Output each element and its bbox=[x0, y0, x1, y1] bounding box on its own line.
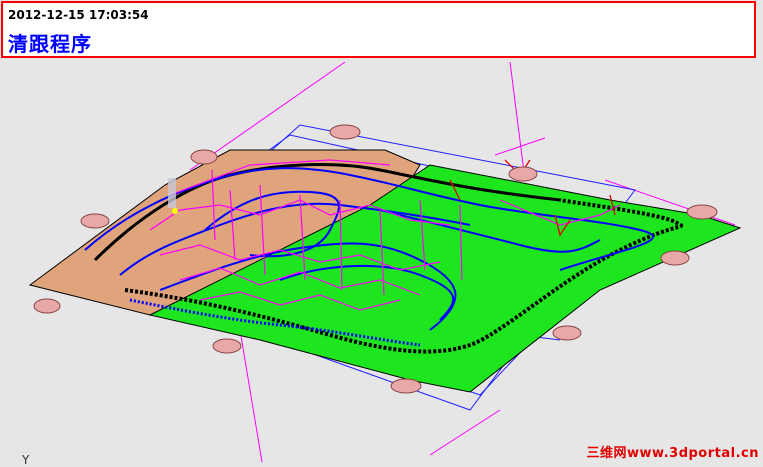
clamp-pad bbox=[190, 149, 218, 165]
timestamp-label: 2012-12-15 17:03:54 bbox=[8, 8, 149, 22]
cam-viewport[interactable] bbox=[0, 58, 763, 465]
info-panel: 2012-12-15 17:03:54 清跟程序 bbox=[1, 1, 756, 58]
watermark: 三维网www.3dportal.cn bbox=[586, 446, 759, 461]
clamp-pad bbox=[508, 166, 538, 182]
clamp-pad bbox=[329, 124, 361, 140]
program-title: 清跟程序 bbox=[8, 32, 92, 56]
clamp-pad bbox=[390, 378, 422, 394]
clamp-pad bbox=[212, 338, 242, 354]
clamp-pad bbox=[80, 213, 110, 229]
clamp-pad bbox=[660, 250, 690, 266]
clamp-pad bbox=[686, 204, 718, 220]
clamp-pad bbox=[33, 298, 61, 314]
clamp-pad bbox=[552, 325, 582, 341]
